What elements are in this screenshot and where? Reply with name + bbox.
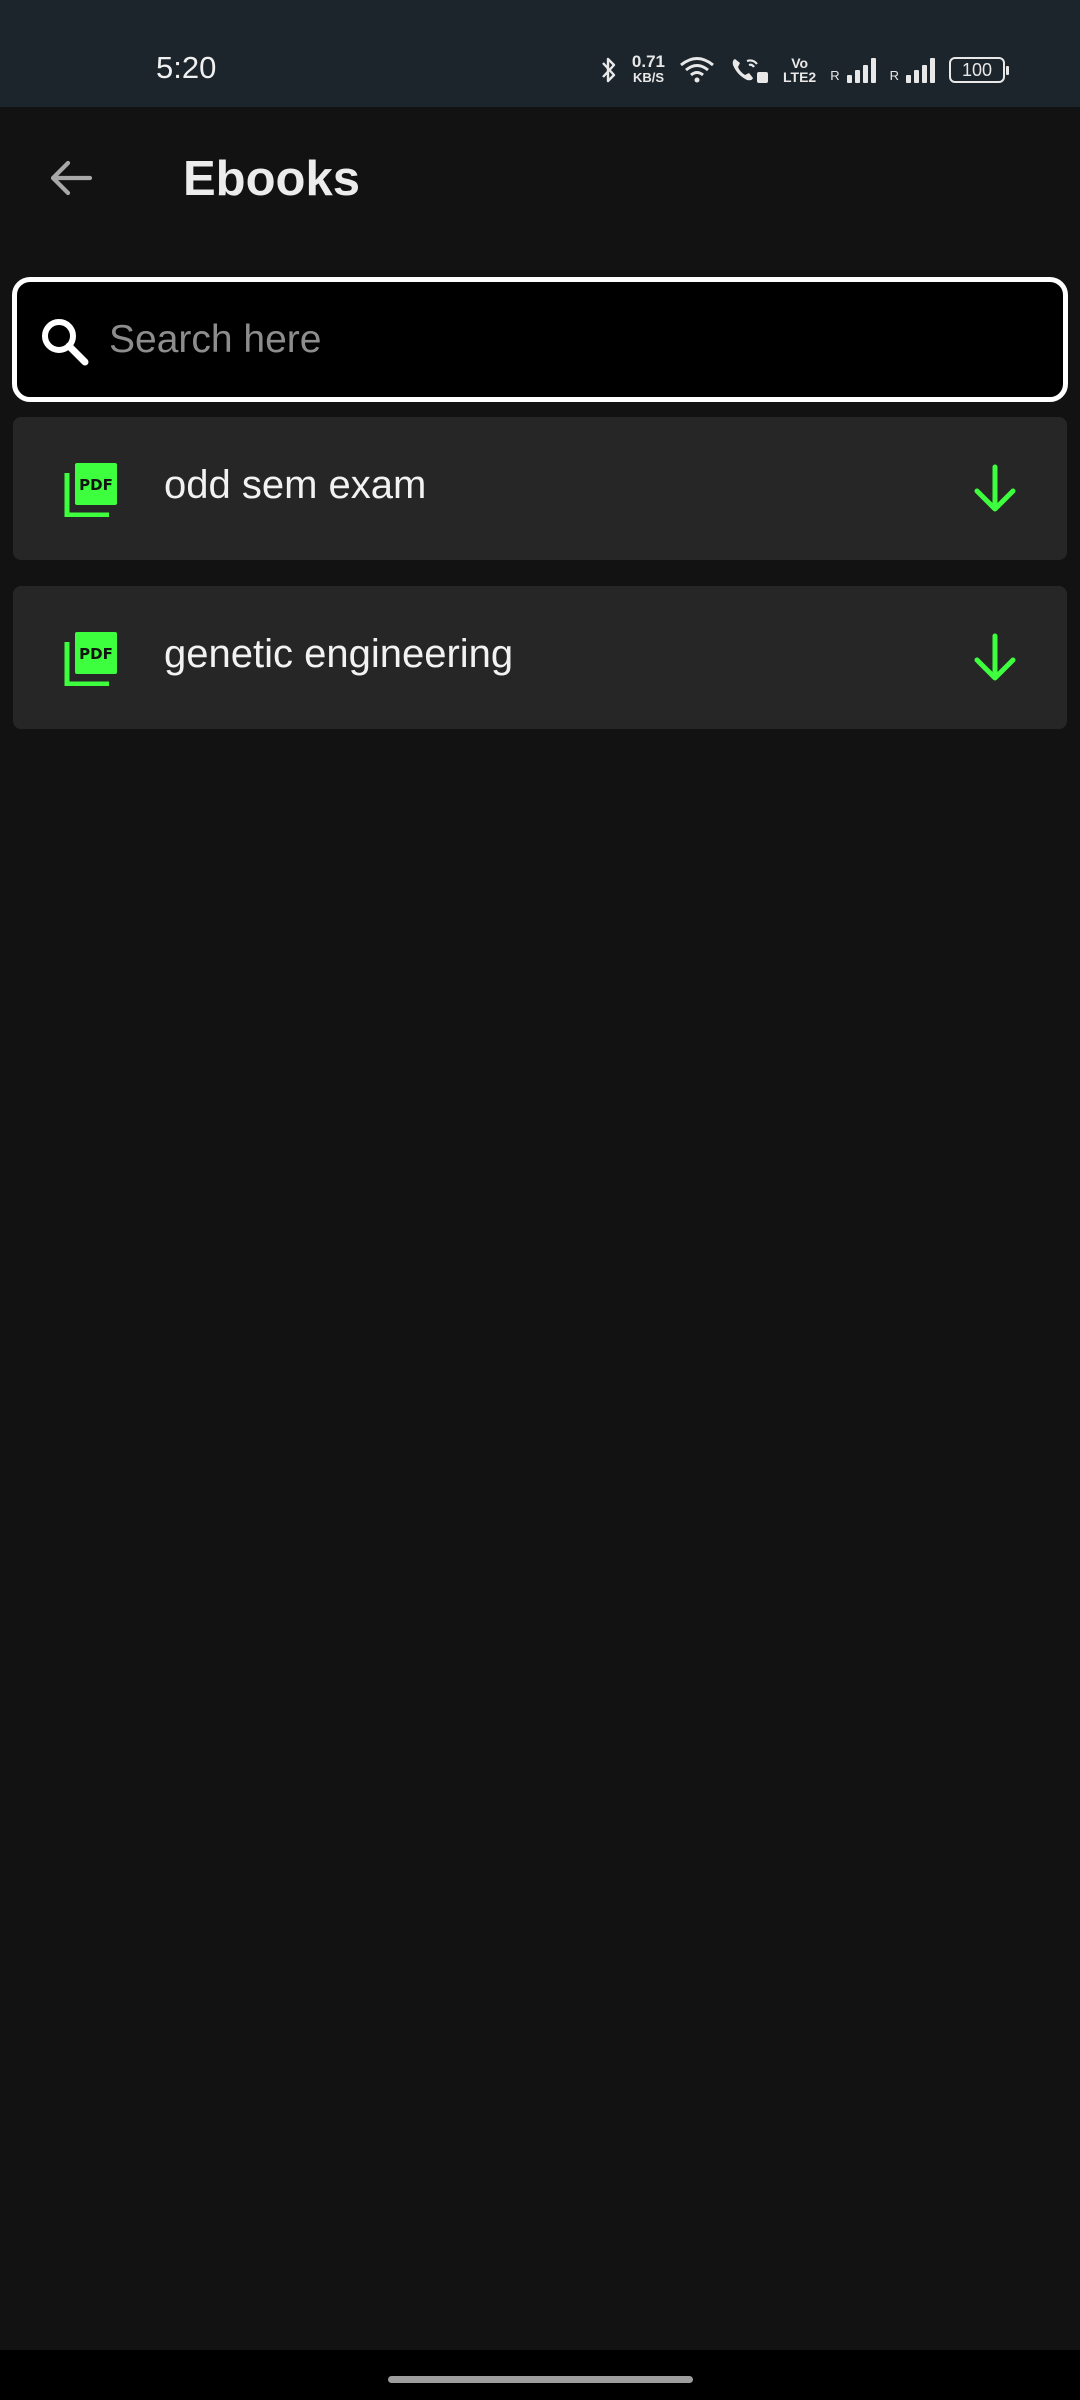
download-icon [974,633,1016,681]
wifi-calling-icon [732,59,769,83]
download-button[interactable] [963,626,1027,690]
ebook-title: odd sem exam [164,463,427,507]
volte-bottom: LTE2 [783,69,817,85]
page-title: Ebooks [183,152,360,206]
volte-indicator: Vo LTE2 [783,56,816,84]
navigation-bar [0,2350,1080,2400]
ebook-title: genetic engineering [164,632,514,676]
status-icons: 0.71 KB/S Vo LTE2 R R 100 [600,52,1009,86]
search-bar[interactable] [12,277,1068,402]
download-icon [974,464,1016,512]
network-speed-value: 0.71 [631,52,666,71]
search-input[interactable] [109,302,1039,377]
bluetooth-icon [602,57,616,83]
volte-top: Vo [791,55,809,71]
network-speed-unit: KB/S [632,70,664,85]
back-button[interactable] [36,143,106,213]
signal-icon: R [890,57,935,83]
signal-icon: R [830,57,876,83]
app-bar: Ebooks [0,107,1080,252]
network-speed: 0.71 KB/S [631,52,666,86]
status-bar: 5:20 0.71 KB/S Vo LTE2 R R 100 [0,0,1080,107]
pdf-icon: PDF [64,463,117,517]
svg-text:PDF: PDF [79,645,113,663]
pdf-icon: PDF [64,632,117,686]
roaming-indicator: R [889,68,899,83]
battery-level: 100 [961,59,993,80]
roaming-indicator: R [830,68,840,83]
wifi-icon [680,57,714,83]
arrow-back-icon [50,160,93,196]
battery-icon: 100 [949,57,1009,83]
ebook-list: PDF odd sem exam PDF genetic engineering [13,417,1067,755]
ebook-item[interactable]: PDF odd sem exam [13,417,1067,560]
download-button[interactable] [963,457,1027,521]
svg-text:PDF: PDF [79,476,113,494]
home-gesture-handle[interactable] [388,2376,693,2383]
search-icon [42,319,89,366]
ebook-item[interactable]: PDF genetic engineering [13,586,1067,729]
status-time: 5:20 [156,50,217,85]
